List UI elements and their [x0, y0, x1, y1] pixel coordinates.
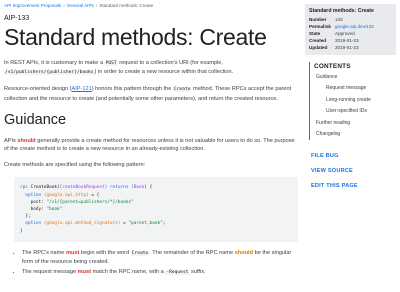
page-actions: FILE BUG VIEW SOURCE EDIT THIS PAGE	[305, 149, 400, 193]
metadata-row: Number 133	[309, 16, 392, 23]
metadata-key: State	[309, 31, 321, 36]
intro-paragraph-1: In REST APIs, it is customary to make a …	[4, 59, 303, 77]
text: begin with the word	[79, 249, 131, 256]
metadata-value: 2019-01-23	[335, 45, 359, 50]
file-bug-link[interactable]: FILE BUG	[311, 149, 400, 164]
code-token: "/v1/{parent=publishers/*}/books"	[46, 199, 134, 205]
text: In REST APIs, it is customary to make a	[4, 60, 105, 66]
breadcrumb-aip-home[interactable]: API Improvement Proposals	[4, 3, 61, 8]
code-token: }	[20, 228, 23, 234]
text: suffix.	[189, 269, 206, 276]
toc-item-long-running-create[interactable]: Long-running create	[314, 95, 400, 106]
code-token: body:	[20, 207, 47, 213]
text: Resource-oriented design (	[4, 86, 72, 93]
code-token: = {	[88, 192, 100, 198]
text: match the RPC name, with a	[91, 269, 166, 276]
text: generally provide a create method for re…	[4, 137, 295, 153]
guidance-paragraph-2: Create methods are specified using the f…	[4, 162, 146, 169]
guidance-paragraph-1: APIs should generally provide a create m…	[4, 137, 303, 153]
permalink-link[interactable]: google.aip.dev/133	[335, 24, 374, 29]
edit-page-link[interactable]: EDIT THIS PAGE	[311, 179, 400, 194]
metadata-key: Permalink	[309, 24, 331, 29]
code-token: "parent,book"	[128, 221, 163, 227]
metadata-value: google.aip.dev/133	[335, 23, 374, 30]
keyword-must: must	[77, 269, 92, 276]
code-token: CreateBookRequest	[59, 185, 105, 191]
keyword-should: should	[17, 137, 36, 144]
breadcrumb-separator: ›	[63, 3, 65, 8]
toc-item-user-specified-ids[interactable]: User-specified IDs	[314, 106, 400, 117]
code-token: Book	[133, 185, 145, 191]
inline-code: Create	[172, 87, 192, 93]
text: ) honors this pattern through the	[91, 86, 173, 93]
metadata-row: State Approved	[309, 30, 392, 37]
code-token: ) returns (	[104, 185, 134, 191]
list-item: The request message must match the RPC n…	[22, 268, 295, 277]
code-block: rpc CreateBook(CreateBookRequest) return…	[14, 177, 298, 242]
code-token: "book"	[46, 207, 63, 213]
code-token: CreateBook	[30, 185, 58, 191]
inline-code: /v1/publishers/{publisher}/books	[4, 70, 95, 76]
breadcrumb: API Improvement Proposals › General AIPs › S…	[4, 3, 303, 10]
metadata-row: Updated 2019-01-23	[309, 44, 392, 51]
right-sidebar: Standard methods: Create Number 133 Perma…	[305, 0, 400, 292]
rules-list: The RPC's name must begin with the word …	[22, 249, 303, 278]
metadata-key: Number	[309, 17, 327, 22]
text: The request message	[22, 269, 78, 276]
code-token: (google.api.http)	[43, 192, 89, 198]
metadata-key: Updated	[309, 45, 328, 50]
metadata-panel: Standard methods: Create Number 133 Perma…	[305, 4, 396, 55]
code-token: option	[20, 221, 44, 227]
list-item: The RPC's name must begin with the word …	[22, 249, 295, 266]
metadata-value: 133	[335, 17, 343, 22]
metadata-value: Approved	[335, 31, 355, 36]
metadata-title: Standard methods: Create	[309, 8, 374, 14]
code-token: rpc	[20, 185, 31, 191]
code-token: ) {	[144, 185, 153, 191]
text: ) in order to create a new resource with…	[94, 69, 234, 76]
page-title: Standard methods: Create	[4, 24, 267, 50]
aip-number: AIP-133	[4, 15, 30, 22]
text: . The remainder of the RPC name	[149, 249, 235, 256]
inline-code: POST	[104, 61, 118, 66]
table-of-contents: CONTENTS Guidance Request message Long-r…	[309, 62, 400, 141]
toc-heading: CONTENTS	[314, 63, 351, 70]
metadata-value: 2019-01-23	[335, 38, 359, 43]
metadata-key: Created	[309, 38, 327, 43]
code-token: (google.api.method_signature)	[43, 221, 121, 227]
inline-code: Create	[130, 250, 150, 256]
breadcrumb-current: Standard methods: Create	[99, 3, 154, 8]
toc-item-request-message[interactable]: Request message	[314, 83, 400, 94]
metadata-row: Permalink google.aip.dev/133	[309, 23, 392, 30]
metadata-row: Created 2019-01-23	[309, 37, 392, 44]
code-token: option	[20, 192, 44, 198]
inline-code: -Request	[165, 270, 190, 276]
toc-item-guidance[interactable]: Guidance	[314, 72, 400, 83]
toc-item-changelog[interactable]: Changelog	[314, 129, 400, 140]
main-content: API Improvement Proposals › General AIPs › S…	[0, 0, 303, 292]
code-token: ;	[162, 221, 166, 227]
intro-paragraph-2: Resource-oriented design (AIP-121) honor…	[4, 85, 303, 102]
code-token: post:	[20, 199, 47, 205]
code-token: };	[20, 214, 31, 220]
toc-item-further-reading[interactable]: Further reading	[314, 118, 400, 129]
view-source-link[interactable]: VIEW SOURCE	[311, 164, 400, 179]
text: The RPC's name	[22, 249, 66, 256]
aip-121-link[interactable]: AIP-121	[71, 86, 91, 92]
text: request to a collection's URI (for examp…	[117, 60, 223, 66]
keyword-must: must	[65, 249, 80, 256]
text: APIs	[4, 137, 18, 144]
breadcrumb-separator: ›	[95, 3, 98, 8]
keyword-should: should	[234, 249, 254, 256]
guidance-heading: Guidance	[4, 111, 67, 128]
breadcrumb-general-aips[interactable]: General AIPs	[67, 3, 94, 8]
